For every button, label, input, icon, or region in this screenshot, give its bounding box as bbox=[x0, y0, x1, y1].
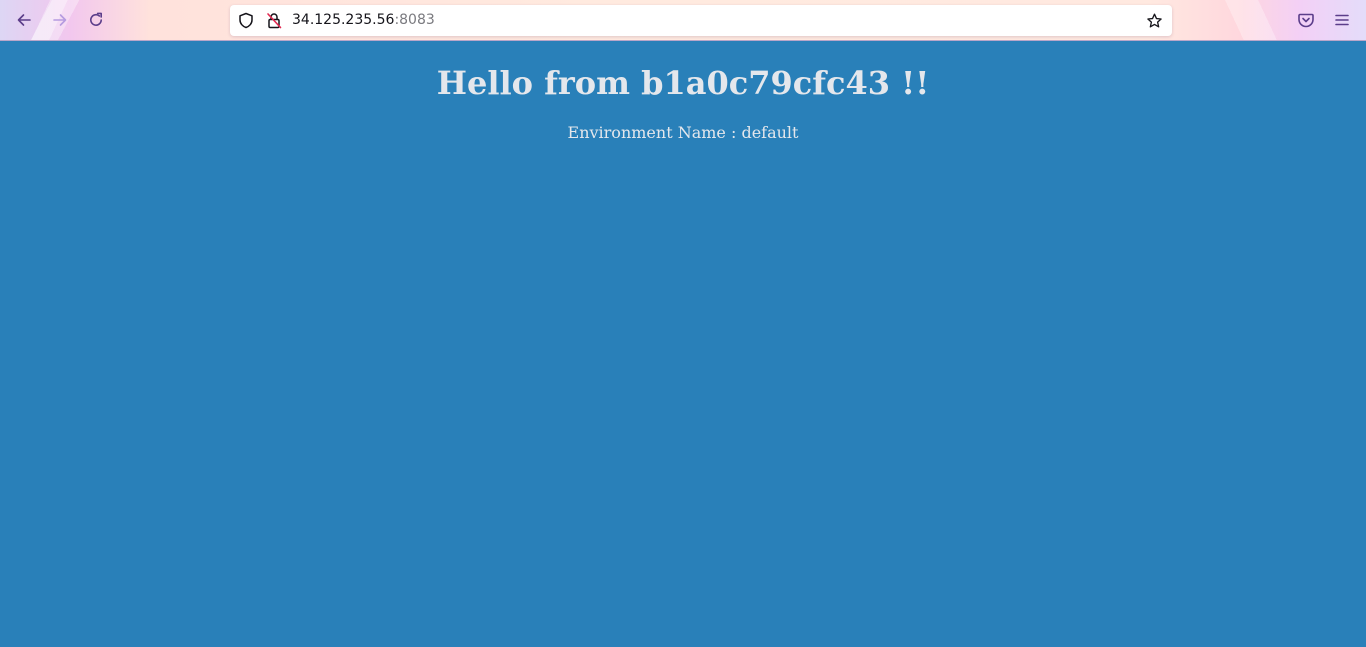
forward-button[interactable] bbox=[45, 5, 75, 35]
arrow-left-icon bbox=[15, 11, 33, 29]
pocket-icon bbox=[1297, 11, 1315, 29]
url-port: :8083 bbox=[394, 12, 435, 28]
shield-icon[interactable] bbox=[237, 12, 254, 29]
pocket-button[interactable] bbox=[1291, 5, 1321, 35]
reload-button[interactable] bbox=[81, 5, 111, 35]
reload-icon bbox=[87, 11, 105, 29]
address-bar[interactable]: 34.125.235.56:8083 bbox=[230, 5, 1172, 36]
app-menu-button[interactable] bbox=[1327, 5, 1357, 35]
browser-toolbar: 34.125.235.56:8083 bbox=[0, 0, 1366, 41]
environment-name: Environment Name : default bbox=[567, 123, 799, 142]
back-button[interactable] bbox=[9, 5, 39, 35]
star-icon[interactable] bbox=[1146, 12, 1163, 29]
arrow-right-icon bbox=[51, 11, 69, 29]
url-text[interactable]: 34.125.235.56:8083 bbox=[292, 12, 435, 29]
url-host: 34.125.235.56 bbox=[292, 12, 395, 28]
insecure-lock-icon[interactable] bbox=[265, 12, 282, 29]
page-content: Hello from b1a0c79cfc43 !! Environment N… bbox=[0, 41, 1366, 647]
page-title: Hello from b1a0c79cfc43 !! bbox=[436, 64, 930, 102]
hamburger-menu-icon bbox=[1333, 11, 1351, 29]
